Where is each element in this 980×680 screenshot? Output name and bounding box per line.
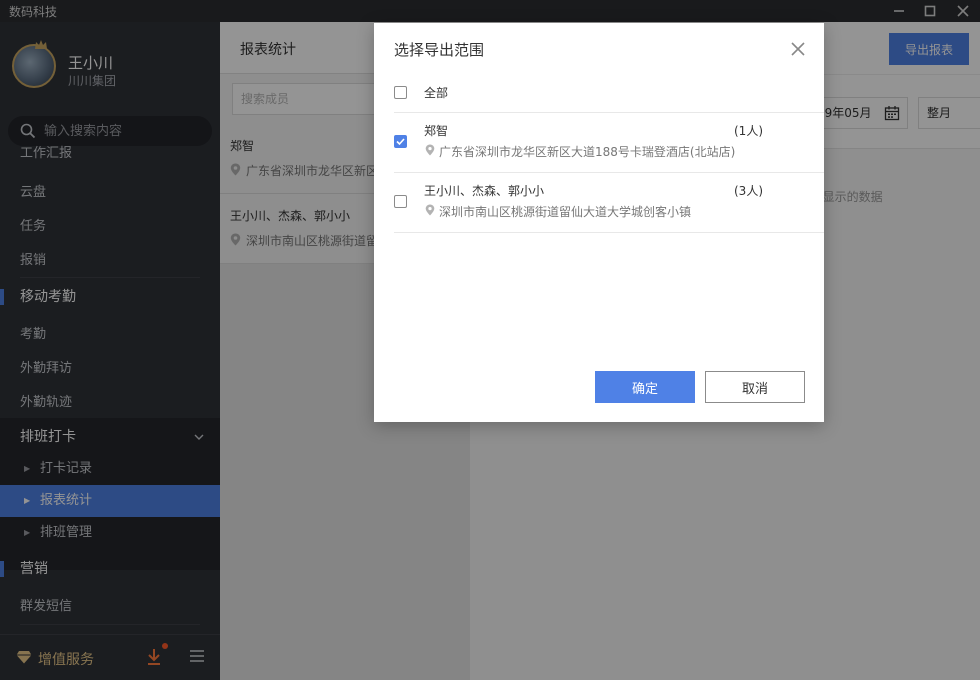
select-all-label: 全部 bbox=[424, 86, 449, 100]
confirm-button[interactable]: 确定 bbox=[595, 371, 695, 403]
option-address: 广东省深圳市龙华区新区大道188号卡瑞登酒店(北站店) bbox=[439, 145, 736, 159]
checkmark-icon bbox=[396, 138, 405, 146]
dialog-title: 选择导出范围 bbox=[394, 41, 485, 59]
select-all-checkbox[interactable] bbox=[394, 86, 407, 99]
option-name: 郑智 bbox=[424, 124, 449, 138]
location-pin-icon bbox=[425, 204, 435, 216]
cancel-button[interactable]: 取消 bbox=[705, 371, 805, 403]
location-pin-icon bbox=[425, 144, 435, 156]
option-name: 王小川、杰森、郭小小 bbox=[424, 184, 545, 198]
export-option-row[interactable]: 郑智 (1人) 广东省深圳市龙华区新区大道188号卡瑞登酒店(北站店) bbox=[394, 113, 824, 173]
option-address: 深圳市南山区桃源街道留仙大道大学城创客小镇 bbox=[439, 205, 692, 219]
option-checkbox[interactable] bbox=[394, 195, 407, 208]
export-option-row[interactable]: 王小川、杰森、郭小小 (3人) 深圳市南山区桃源街道留仙大道大学城创客小镇 bbox=[394, 173, 824, 233]
export-range-dialog: 选择导出范围 全部 郑智 (1人) 广东省深圳市龙华区新区大道188号卡瑞登酒店… bbox=[374, 23, 824, 422]
select-all-row[interactable]: 全部 bbox=[394, 75, 824, 113]
option-count: (1人) bbox=[734, 124, 763, 138]
option-checkbox[interactable] bbox=[394, 135, 407, 148]
close-icon[interactable] bbox=[789, 40, 807, 58]
option-count: (3人) bbox=[734, 184, 763, 198]
